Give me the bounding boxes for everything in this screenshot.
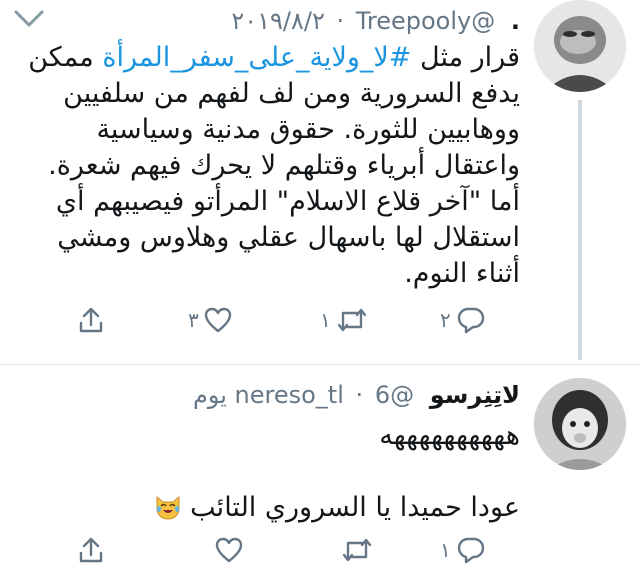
retweet-button[interactable]: ١	[316, 302, 369, 338]
heart-icon	[215, 537, 243, 563]
tweet-date[interactable]: ٢٠١٩/٨/٢	[231, 7, 325, 35]
tweet-text-line-2: عودا حميدا يا السروري التائب	[10, 490, 520, 526]
tweet-text: قرار مثل #لا_ولاية_على_سفر_المرأة ممكن ي…	[10, 40, 520, 292]
avatar-image	[534, 0, 626, 92]
tweet-text-post: ممكن يدفع السرورية ومن لف لفهم من سلفيين…	[28, 42, 520, 289]
handle[interactable]: @Treepooly	[356, 7, 495, 35]
avatar-image	[534, 378, 626, 470]
like-count: ٣	[188, 308, 199, 332]
reply-count: ٢	[440, 308, 451, 332]
like-button[interactable]	[206, 532, 244, 568]
retweet-icon	[342, 538, 372, 562]
tweet-text-line-1: ههههههههههه	[379, 420, 520, 451]
share-button[interactable]	[76, 532, 106, 568]
reply-button[interactable]: ٢	[436, 302, 487, 338]
thread-line	[578, 100, 582, 360]
tweet-text-pre: قرار مثل	[411, 42, 520, 73]
heart-icon	[204, 307, 231, 333]
tweet-actions: ١	[70, 532, 510, 568]
share-icon	[79, 307, 103, 333]
retweet-button[interactable]	[332, 532, 374, 568]
reply-count: ١	[440, 538, 451, 562]
tweet-actions: ٣ ١ ٢	[70, 302, 510, 338]
reply-button[interactable]: ١	[436, 532, 487, 568]
share-button[interactable]	[76, 302, 106, 338]
tweet-1[interactable]: . @Treepooly · ٢٠١٩/٨/٢ قرار مثل #لا_ولا…	[0, 0, 640, 360]
divider	[0, 364, 640, 365]
avatar[interactable]	[534, 0, 626, 92]
tweet-text-line-2-text: عودا حميدا يا السروري التائب	[190, 492, 520, 523]
hashtag-link[interactable]: #لا_ولاية_على_سفر_المرأة	[102, 42, 411, 73]
avatar[interactable]	[534, 378, 626, 470]
retweet-icon	[337, 308, 366, 332]
reply-icon	[457, 307, 484, 334]
tweet-header: . @Treepooly · ٢٠١٩/٨/٢	[20, 4, 520, 38]
like-button[interactable]: ٣	[184, 302, 233, 338]
separator: ·	[355, 381, 364, 409]
display-name[interactable]: .	[511, 7, 520, 35]
separator: ·	[336, 7, 345, 35]
display-name[interactable]: لاتِنِرسو	[430, 381, 520, 409]
tweet-2[interactable]: لاتِنِرسو @nereso_tl · 6 يوم ههههههههههه…	[0, 366, 640, 584]
tears-of-joy-cat-emoji	[156, 495, 180, 520]
tweet-header: لاتِنِرسو @nereso_tl · 6 يوم	[20, 378, 520, 412]
reply-icon	[457, 537, 484, 564]
share-icon	[79, 537, 103, 563]
retweet-count: ١	[320, 308, 331, 332]
tweet-text: ههههههههههه عودا حميدا يا السروري التائب	[10, 418, 520, 526]
